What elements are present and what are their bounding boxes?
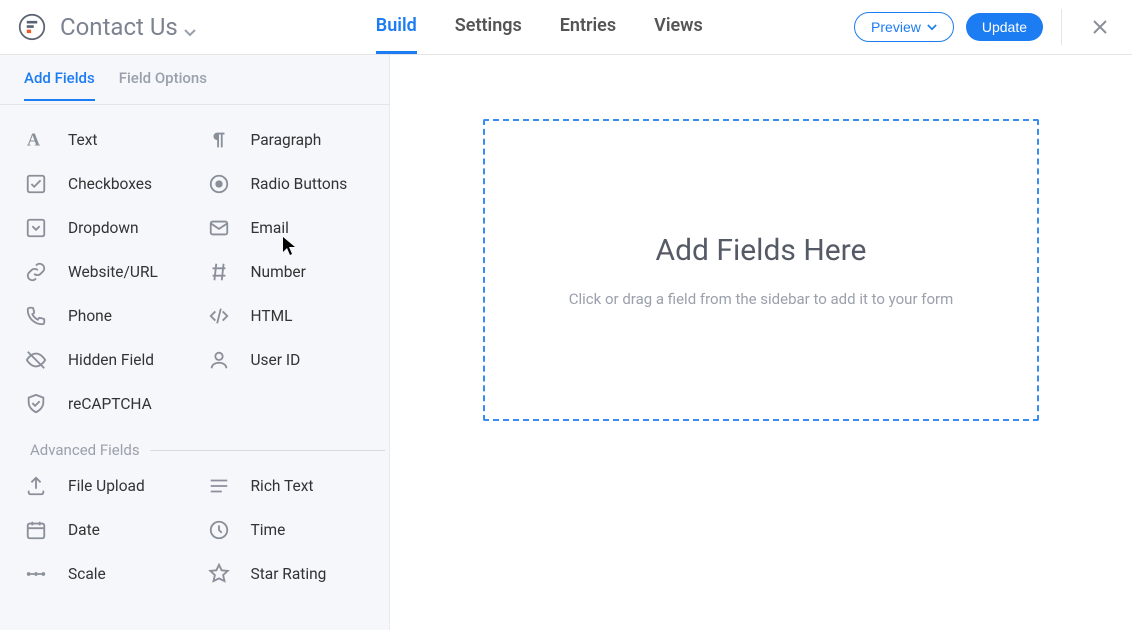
top-bar: Contact Us Build Settings Entries Views Pre… [0,0,1132,55]
field-number[interactable]: Number [207,261,386,283]
form-title-dropdown[interactable]: Contact Us [60,13,196,41]
shield-icon [24,393,48,415]
hash-icon [207,261,231,283]
field-label: Checkboxes [68,175,152,193]
field-label: Radio Buttons [251,175,348,193]
field-label: reCAPTCHA [68,395,152,413]
field-user-id[interactable]: User ID [207,349,386,371]
field-label: Rich Text [251,477,314,495]
field-html[interactable]: HTML [207,305,386,327]
field-email[interactable]: Email [207,217,386,239]
field-label: Text [68,131,97,149]
field-label: User ID [251,351,301,369]
star-icon [207,563,231,585]
drop-zone-title: Add Fields Here [656,233,867,268]
drop-zone[interactable]: Add Fields Here Click or drag a field fr… [483,119,1039,421]
sidebar-tabs: Add Fields Field Options [0,55,389,105]
field-label: HTML [251,307,293,325]
text-icon [24,129,48,151]
checkbox-icon [24,173,48,195]
html-icon [207,305,231,327]
phone-icon [24,305,48,327]
update-button[interactable]: Update [966,13,1043,41]
field-rich-text[interactable]: Rich Text [207,475,386,497]
field-label: Time [251,521,286,539]
divider [1061,9,1062,45]
form-canvas: Add Fields Here Click or drag a field fr… [390,55,1132,630]
tab-build[interactable]: Build [376,0,417,54]
field-label: Dropdown [68,219,139,237]
richtext-icon [207,475,231,497]
basic-fields-grid: Text Paragraph Checkboxes Radio Buttons Drop… [24,129,385,415]
preview-label: Preview [871,19,921,35]
advanced-fields-grid: File Upload Rich Text Date Time Scale Star Ra… [24,475,385,585]
user-icon [207,349,231,371]
caret-down-icon [184,29,196,37]
radio-icon [207,173,231,195]
field-time[interactable]: Time [207,519,386,541]
field-checkboxes[interactable]: Checkboxes [24,173,203,195]
field-label: Paragraph [251,131,322,149]
email-icon [207,217,231,239]
advanced-fields-header: Advanced Fields [24,441,385,459]
caret-down-icon [927,24,937,31]
field-label: Date [68,521,100,539]
drop-zone-subtitle: Click or drag a field from the sidebar t… [569,290,954,308]
top-actions: Preview Update [854,9,1114,45]
field-label: Website/URL [68,263,158,281]
field-date[interactable]: Date [24,519,203,541]
tab-views[interactable]: Views [654,0,703,54]
dropdown-icon [24,217,48,239]
field-text[interactable]: Text [24,129,203,151]
advanced-fields-label: Advanced Fields [24,441,150,459]
scale-icon [24,563,48,585]
field-paragraph[interactable]: Paragraph [207,129,386,151]
field-recaptcha[interactable]: reCAPTCHA [24,393,203,415]
sidebar-tab-field-options[interactable]: Field Options [119,69,207,101]
field-scale[interactable]: Scale [24,563,203,585]
date-icon [24,519,48,541]
field-file-upload[interactable]: File Upload [24,475,203,497]
app-logo-icon [18,13,46,41]
field-star-rating[interactable]: Star Rating [207,563,386,585]
field-label: Hidden Field [68,351,154,369]
field-label: Star Rating [251,565,327,583]
tab-entries[interactable]: Entries [560,0,616,54]
field-hidden-field[interactable]: Hidden Field [24,349,203,371]
tab-settings[interactable]: Settings [455,0,522,54]
field-phone[interactable]: Phone [24,305,203,327]
sidebar-tab-add-fields[interactable]: Add Fields [24,69,95,101]
update-label: Update [982,19,1027,35]
sidebar: Add Fields Field Options Text Paragraph Che… [0,55,390,630]
field-label: File Upload [68,477,145,495]
field-label: Phone [68,307,112,325]
field-radio-buttons[interactable]: Radio Buttons [207,173,386,195]
time-icon [207,519,231,541]
close-button[interactable] [1086,13,1114,41]
field-label: Email [251,219,289,237]
field-website-url[interactable]: Website/URL [24,261,203,283]
link-icon [24,261,48,283]
field-label: Scale [68,565,106,583]
paragraph-icon [207,129,231,151]
hidden-icon [24,349,48,371]
upload-icon [24,475,48,497]
main-tabs: Build Settings Entries Views [376,0,703,54]
preview-button[interactable]: Preview [854,12,954,42]
field-dropdown[interactable]: Dropdown [24,217,203,239]
form-title: Contact Us [60,13,178,41]
field-label: Number [251,263,306,281]
